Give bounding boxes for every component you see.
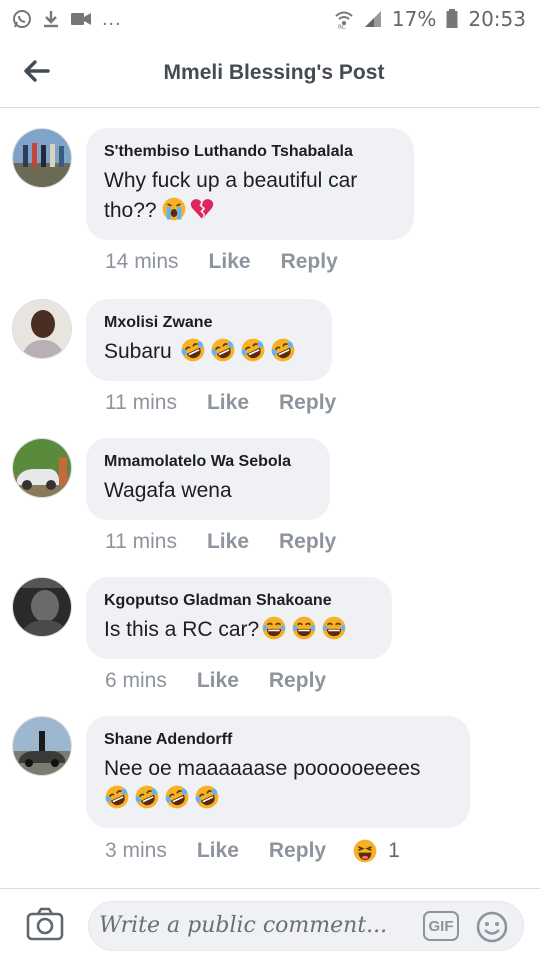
comment-text-line: Subaru — [104, 337, 312, 367]
comment-bubble: Mxolisi Zwane Subaru — [86, 299, 332, 381]
comment-bubble: S'thembiso Luthando Tshabalala Why fuck … — [86, 128, 414, 240]
post-header: Mmeli Blessing's Post — [0, 38, 540, 108]
rolling-on-floor-laughing-icon — [240, 337, 266, 363]
broken-heart-icon — [189, 196, 215, 222]
page-title: Mmeli Blessing's Post — [163, 60, 385, 84]
reply-button[interactable]: Reply — [269, 669, 326, 693]
avatar[interactable] — [12, 716, 72, 776]
like-button[interactable]: Like — [197, 839, 239, 863]
avatar[interactable] — [12, 299, 72, 359]
rolling-on-floor-laughing-icon — [194, 784, 220, 810]
rolling-on-floor-laughing-icon — [134, 784, 160, 810]
battery-icon — [446, 9, 458, 29]
like-button[interactable]: Like — [209, 250, 251, 274]
rolling-on-floor-laughing-icon — [270, 337, 296, 363]
reaction-summary[interactable]: 1 — [352, 838, 400, 864]
face-with-tears-of-joy-icon — [261, 615, 287, 641]
like-button[interactable]: Like — [207, 530, 249, 554]
smiley-icon[interactable] — [475, 910, 509, 944]
signal-icon — [364, 10, 382, 28]
status-right: RC 17% 20:53 — [334, 7, 526, 31]
comment-time: 14 mins — [105, 250, 179, 273]
wifi-icon: RC — [334, 9, 354, 29]
rolling-on-floor-laughing-icon — [164, 784, 190, 810]
reply-button[interactable]: Reply — [281, 250, 338, 274]
reply-button[interactable]: Reply — [279, 391, 336, 415]
haha-reaction-icon — [353, 839, 377, 863]
comment-author[interactable]: Shane Adendorff — [104, 730, 450, 750]
comment-author[interactable]: Mxolisi Zwane — [104, 313, 312, 333]
avatar[interactable] — [12, 577, 72, 637]
avatar[interactable] — [12, 128, 72, 188]
face-with-tears-of-joy-icon — [291, 615, 317, 641]
comment-text-line: Why fuck up a beautiful car — [104, 169, 358, 192]
comment-list: S'thembiso Luthando Tshabalala Why fuck … — [0, 108, 540, 888]
reaction-count: 1 — [388, 839, 400, 862]
comment-meta: 11 mins Like Reply — [105, 391, 336, 415]
comment-time: 11 mins — [105, 530, 177, 553]
comment-bubble: Shane Adendorff Nee oe maaaaaase poooooe… — [86, 716, 470, 828]
reply-button[interactable]: Reply — [269, 839, 326, 863]
comment-meta: 11 mins Like Reply — [105, 530, 336, 554]
rolling-on-floor-laughing-icon — [180, 337, 206, 363]
comment-bubble: Mmamolatelo Wa Sebola Wagafa wena — [86, 438, 330, 520]
comment-meta: 6 mins Like Reply — [105, 669, 326, 693]
comment-text: Is this a RC car? — [104, 618, 260, 641]
comment-bubble: Kgoputso Gladman Shakoane Is this a RC c… — [86, 577, 392, 659]
comment-emoji-line — [104, 784, 450, 814]
comment-time: 11 mins — [105, 391, 177, 414]
comment-time: 3 mins — [105, 839, 167, 862]
battery-percent: 17% — [391, 7, 437, 31]
loudly-crying-face-icon — [161, 196, 187, 222]
comment-author[interactable]: Mmamolatelo Wa Sebola — [104, 452, 310, 472]
like-button[interactable]: Like — [197, 669, 239, 693]
comment-meta: 14 mins Like Reply — [105, 250, 338, 274]
rolling-on-floor-laughing-icon — [210, 337, 236, 363]
status-bar: ... RC 17% 20:53 — [0, 0, 540, 38]
comment-meta: 3 mins Like Reply 1 — [105, 838, 400, 864]
reply-button[interactable]: Reply — [279, 530, 336, 554]
camera-icon[interactable] — [26, 907, 64, 941]
whatsapp-icon — [12, 9, 32, 29]
avatar[interactable] — [12, 438, 72, 498]
comment-text-line: Is this a RC car? — [104, 615, 372, 645]
comment-author[interactable]: Kgoputso Gladman Shakoane — [104, 591, 372, 611]
svg-text:RC: RC — [338, 24, 346, 29]
comment-placeholder: Write a public comment... — [99, 913, 388, 938]
comment-text: Nee oe maaaaaase poooooeeees — [104, 757, 421, 780]
clock: 20:53 — [468, 7, 526, 31]
gif-button[interactable]: GIF — [423, 911, 459, 941]
comment-text: tho?? — [104, 199, 157, 222]
like-button[interactable]: Like — [207, 391, 249, 415]
status-left: ... — [12, 8, 122, 31]
download-icon — [42, 9, 60, 29]
comment-text: Wagafa wena — [104, 479, 232, 502]
comment-composer: Write a public comment... GIF — [0, 888, 540, 960]
comment-time: 6 mins — [105, 669, 167, 692]
status-more: ... — [102, 7, 122, 30]
comment-text: Subaru — [104, 340, 172, 363]
comment-input[interactable]: Write a public comment... GIF — [88, 901, 524, 951]
rolling-on-floor-laughing-icon — [104, 784, 130, 810]
comment-text-line-2: tho?? — [104, 196, 394, 226]
comment-author[interactable]: S'thembiso Luthando Tshabalala — [104, 142, 394, 162]
video-camera-icon — [70, 11, 92, 27]
face-with-tears-of-joy-icon — [321, 615, 347, 641]
back-arrow-icon[interactable] — [20, 55, 52, 87]
